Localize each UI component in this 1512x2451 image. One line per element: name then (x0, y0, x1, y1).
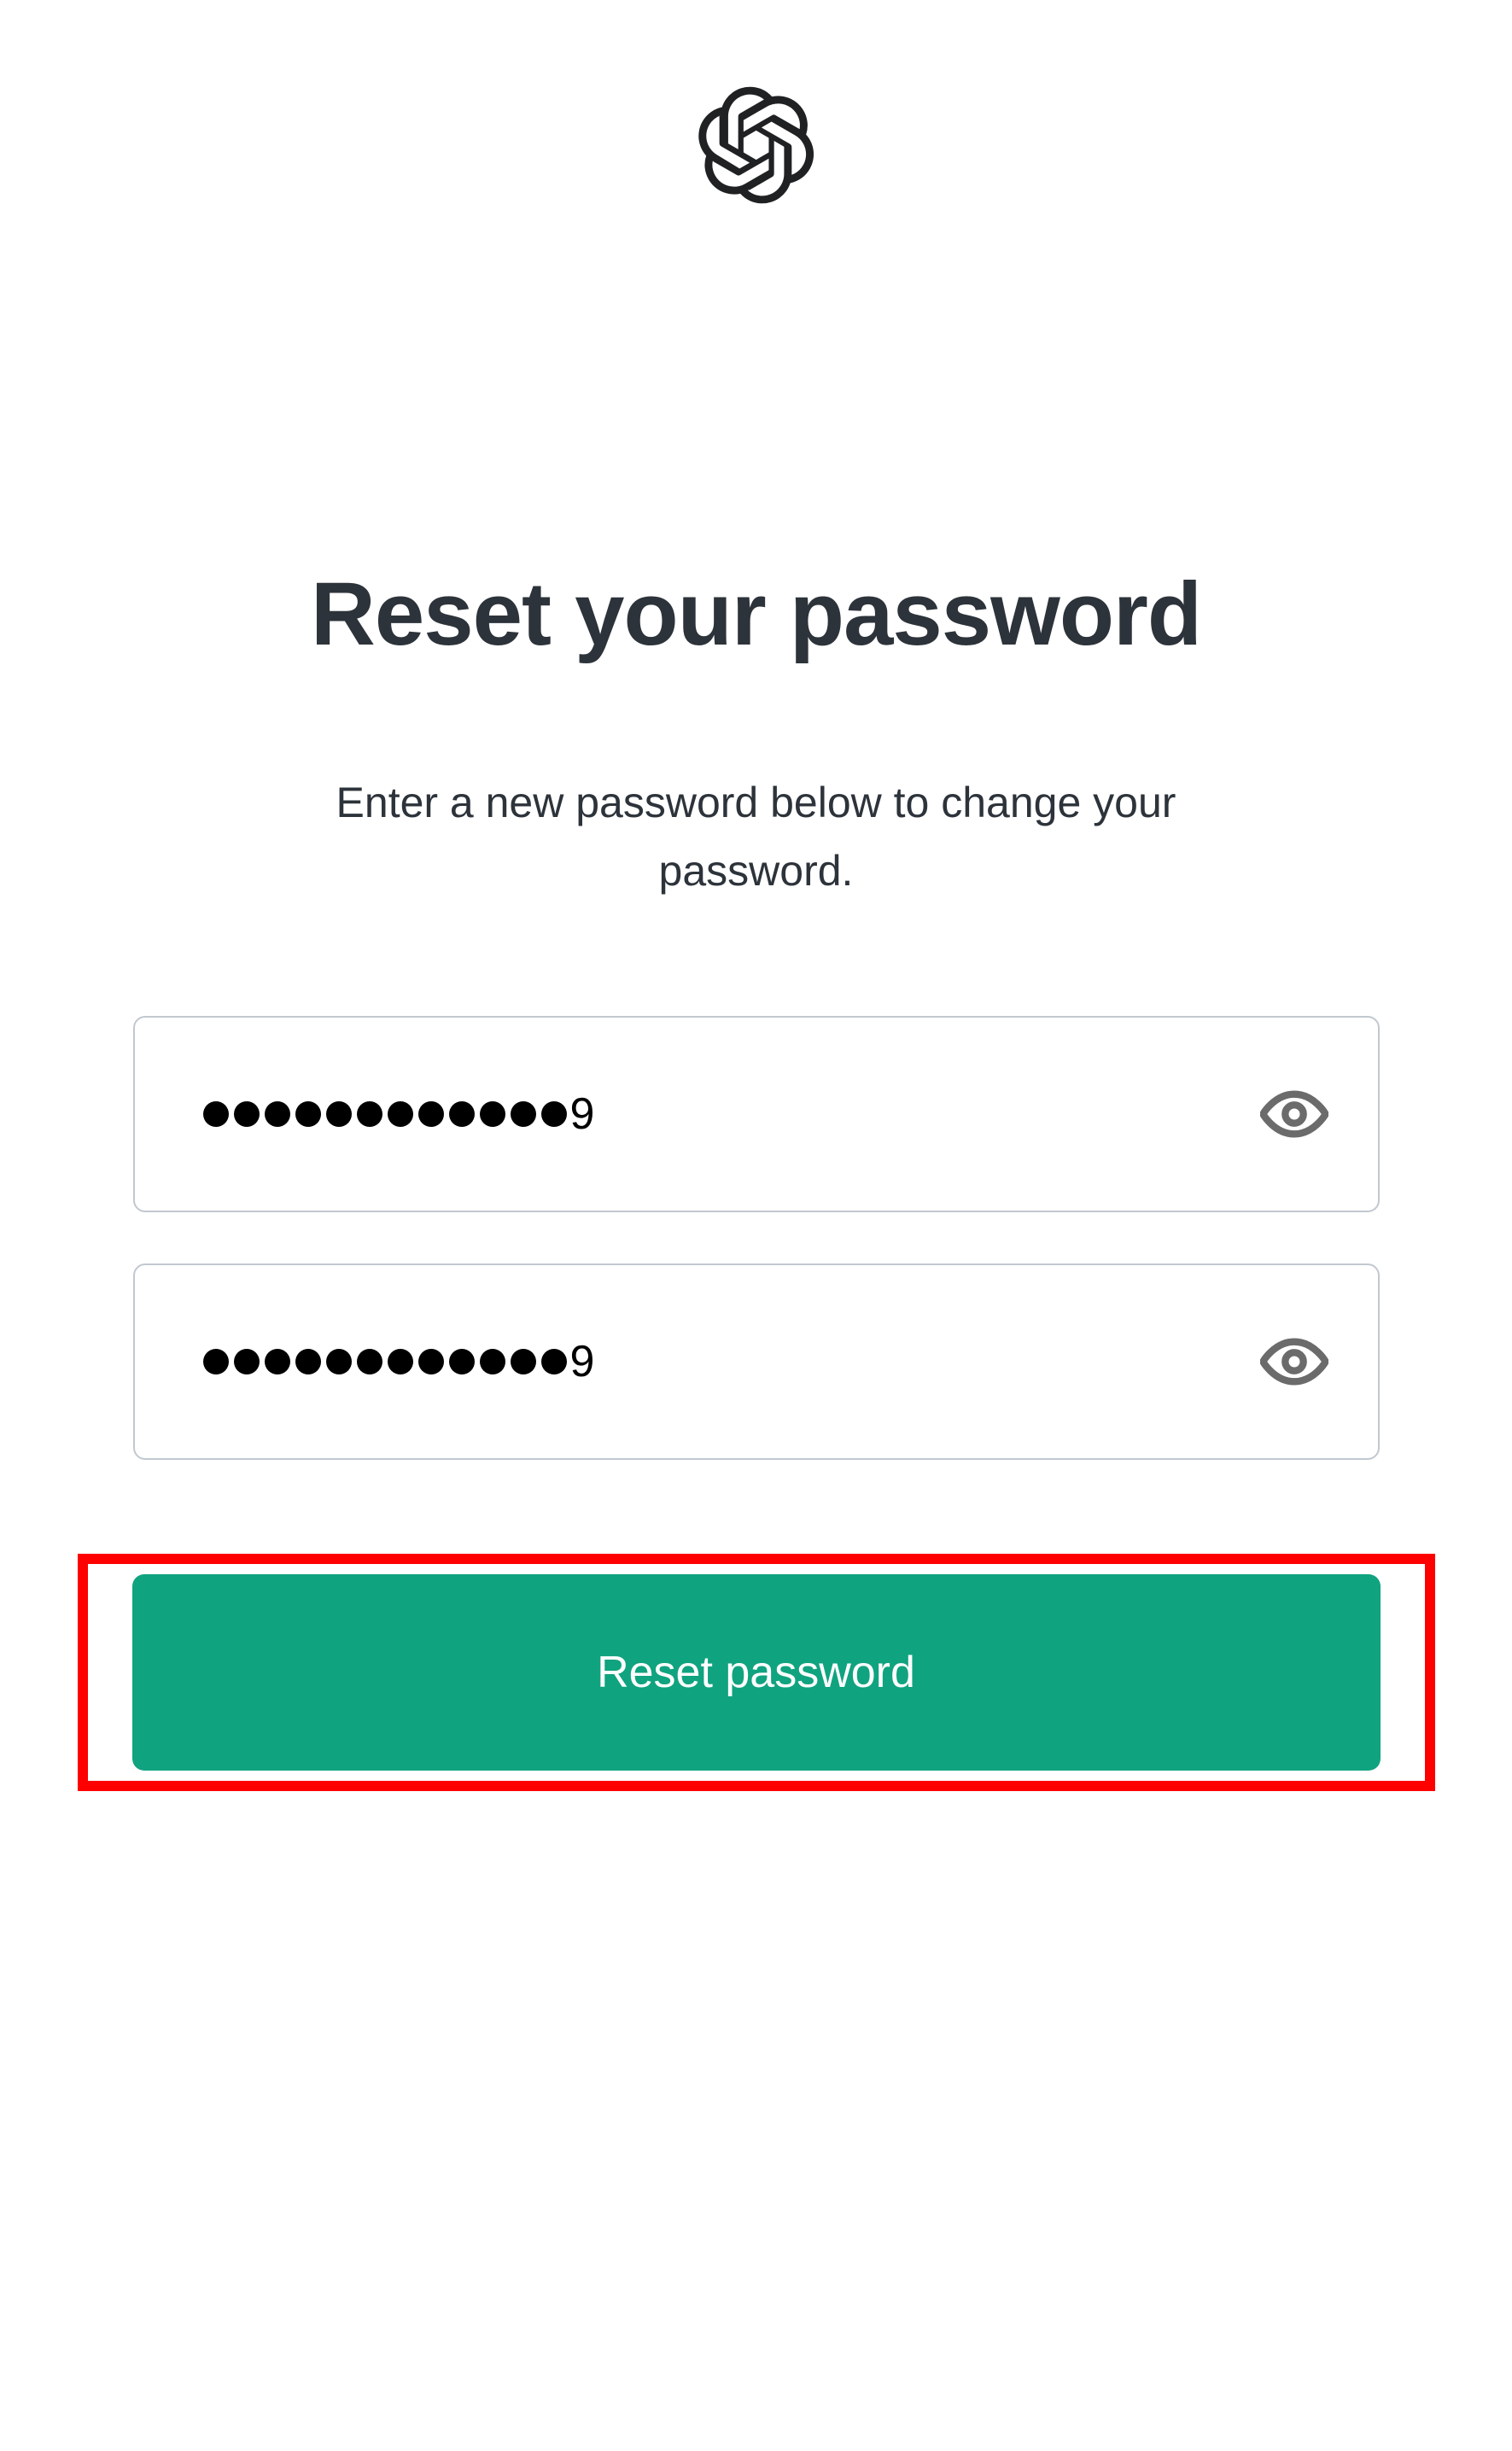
password-value: 9 (203, 1088, 595, 1140)
eye-icon (1260, 1338, 1328, 1386)
reset-password-button[interactable]: Reset password (132, 1574, 1381, 1771)
confirm-password-visible-char: 9 (570, 1336, 595, 1387)
toggle-password-visibility-button[interactable] (1260, 1080, 1328, 1148)
toggle-confirm-password-visibility-button[interactable] (1260, 1328, 1328, 1396)
confirm-password-field-wrap: 9 (133, 1263, 1380, 1460)
confirm-password-input[interactable]: 9 (133, 1263, 1380, 1460)
openai-logo-icon (697, 85, 816, 205)
reset-button-highlight: Reset password (78, 1554, 1435, 1791)
password-visible-char: 9 (570, 1088, 595, 1140)
confirm-password-mask (203, 1349, 567, 1374)
new-password-input[interactable]: 9 (133, 1016, 1380, 1212)
eye-icon (1260, 1090, 1328, 1138)
logo (697, 85, 816, 205)
page-title: Reset your password (311, 563, 1201, 666)
password-mask (203, 1101, 567, 1127)
confirm-password-value: 9 (203, 1336, 595, 1387)
password-field-wrap: 9 (133, 1016, 1380, 1212)
page-subtitle: Enter a new password below to change you… (244, 768, 1269, 905)
